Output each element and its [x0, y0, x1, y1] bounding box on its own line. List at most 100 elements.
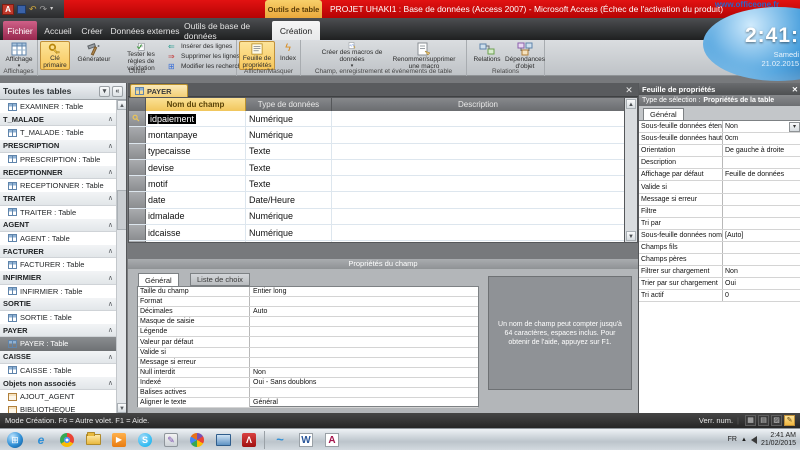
relations-button[interactable]: Relations: [470, 41, 504, 70]
field-description-cell[interactable]: [332, 176, 624, 191]
cle-primaire-button[interactable]: Clé primaire: [40, 41, 70, 70]
table-prop-value[interactable]: Oui: [723, 278, 800, 289]
field-row-devise[interactable]: deviseTexte: [129, 160, 624, 176]
grid-corner[interactable]: [129, 98, 146, 111]
tab-fichier[interactable]: Fichier: [3, 21, 37, 40]
nav-group-receptionner[interactable]: RECEPTIONNER∧: [0, 166, 116, 179]
field-description-cell[interactable]: [332, 209, 624, 224]
field-row-date[interactable]: dateDate/Heure: [129, 192, 624, 208]
collapse-chevron-icon[interactable]: ∧: [108, 274, 113, 282]
field-props-tab-liste[interactable]: Liste de choix: [190, 273, 250, 286]
document-tab-payer[interactable]: PAYER: [130, 84, 188, 97]
taskbar-icon-internet-explorer[interactable]: e: [28, 430, 54, 450]
table-prop-value[interactable]: [723, 181, 800, 192]
tab-outils-bdd[interactable]: Outils de base de données: [184, 21, 270, 40]
row-selector[interactable]: [129, 225, 146, 240]
volume-icon[interactable]: [751, 436, 757, 444]
table-prop-value[interactable]: Feuille de données: [723, 169, 800, 180]
field-description-cell[interactable]: [332, 241, 624, 242]
nav-group-traiter[interactable]: TRAITER∧: [0, 192, 116, 205]
taskbar-icon-start[interactable]: ⊞: [2, 430, 28, 450]
field-type-cell[interactable]: Numérique: [246, 111, 332, 126]
field-type-cell[interactable]: Numérique: [246, 209, 332, 224]
field-name-cell[interactable]: [146, 241, 246, 242]
collapse-chevron-icon[interactable]: ∧: [108, 142, 113, 150]
nav-item-t-malade-table[interactable]: T_MALADE : Table: [0, 126, 116, 139]
field-row-idmalade[interactable]: idmaladeNumérique: [129, 209, 624, 225]
field-prop-value[interactable]: Général: [250, 398, 478, 407]
row-selector[interactable]: [129, 192, 146, 207]
nav-group-agent[interactable]: AGENT∧: [0, 219, 116, 232]
table-prop-value[interactable]: [723, 157, 800, 168]
field-prop-value[interactable]: Entier long: [250, 287, 478, 296]
nav-group-payer[interactable]: PAYER∧: [0, 324, 116, 337]
collapse-chevron-icon[interactable]: ∧: [108, 194, 113, 202]
field-description-cell[interactable]: [332, 160, 624, 175]
taskbar-icon-messenger[interactable]: ~: [267, 430, 293, 450]
table-prop-value[interactable]: [723, 242, 800, 253]
collapse-chevron-icon[interactable]: ∧: [108, 221, 113, 229]
field-name-cell[interactable]: motif: [146, 176, 246, 191]
field-type-cell[interactable]: Numérique: [246, 127, 332, 142]
nav-item-facturer-table[interactable]: FACTURER : Table: [0, 258, 116, 271]
field-type-cell[interactable]: [246, 241, 332, 242]
table-prop-value[interactable]: Non▾: [723, 121, 800, 132]
save-icon[interactable]: [17, 5, 26, 14]
field-prop-value[interactable]: [250, 317, 478, 326]
field-prop-value[interactable]: Non: [250, 368, 478, 377]
nav-item-ajout-agent[interactable]: AJOUT_AGENT: [0, 390, 116, 403]
table-prop-value[interactable]: 0: [723, 290, 800, 301]
field-prop-value[interactable]: [250, 337, 478, 346]
taskbar-icon-explorer[interactable]: [80, 430, 106, 450]
nav-group-sortie[interactable]: SORTIE∧: [0, 298, 116, 311]
undo-icon[interactable]: ↶: [29, 5, 37, 14]
nav-item-prescription-table[interactable]: PRESCRIPTION : Table: [0, 153, 116, 166]
field-description-cell[interactable]: [332, 144, 624, 159]
table-prop-value[interactable]: Non: [723, 266, 800, 277]
field-row-idpaiement[interactable]: idpaiementNumérique: [129, 111, 624, 127]
tab-donnees-externes[interactable]: Données externes: [110, 21, 180, 40]
nav-item-bibliotheque[interactable]: BIBLIOTHEQUE: [0, 403, 116, 413]
prop-dropdown-icon[interactable]: ▾: [789, 122, 800, 132]
tray-expand-icon[interactable]: ▲: [741, 437, 747, 443]
field-description-cell[interactable]: [332, 127, 624, 142]
taskbar-icon-media-player[interactable]: ▶: [106, 430, 132, 450]
feuille-proprietes-button[interactable]: Feuille de propriétés: [239, 41, 275, 70]
nav-group-prescription[interactable]: PRESCRIPTION∧: [0, 140, 116, 153]
pivotchart-view-icon[interactable]: ▨: [771, 415, 782, 426]
field-type-cell[interactable]: Numérique: [246, 225, 332, 240]
taskbar-icon-skype[interactable]: S: [132, 430, 158, 450]
nav-scroll-thumb[interactable]: [117, 190, 126, 230]
field-row-idcaisse[interactable]: idcaisseNumérique: [129, 225, 624, 241]
nav-group-caisse[interactable]: CAISSE∧: [0, 351, 116, 364]
taskbar-icon-adobe-reader[interactable]: Λ: [236, 430, 262, 450]
nav-scroll-down-icon[interactable]: ▼: [117, 403, 126, 413]
collapse-chevron-icon[interactable]: ∧: [108, 247, 113, 255]
nav-scroll-up-icon[interactable]: ▲: [117, 100, 126, 110]
field-description-cell[interactable]: [332, 192, 624, 207]
creer-macros-button[interactable]: </> Créer des macros de données ▾: [321, 41, 383, 70]
row-selector[interactable]: [129, 111, 146, 126]
table-prop-value[interactable]: [723, 194, 800, 205]
collapse-chevron-icon[interactable]: ∧: [108, 115, 113, 123]
document-close-icon[interactable]: ✕: [623, 84, 635, 96]
field-prop-value[interactable]: [250, 327, 478, 336]
language-indicator[interactable]: FR: [728, 436, 737, 443]
nav-item-caisse-table[interactable]: CAISSE : Table: [0, 364, 116, 377]
taskbar-icon-projector[interactable]: [210, 430, 236, 450]
tray-clock[interactable]: 2:41 AM 21/02/2015: [761, 432, 796, 448]
field-description-cell[interactable]: [332, 111, 624, 126]
field-prop-value[interactable]: [250, 358, 478, 367]
row-selector[interactable]: [129, 160, 146, 175]
property-sheet-close-icon[interactable]: ✕: [792, 85, 798, 94]
field-prop-value[interactable]: Oui - Sans doublons: [250, 378, 478, 387]
collapse-chevron-icon[interactable]: ∧: [108, 326, 113, 334]
grid-vertical-scrollbar[interactable]: ▲ ▼: [625, 97, 638, 243]
field-name-cell[interactable]: idpaiement: [146, 111, 246, 126]
supprimer-lignes-button[interactable]: ⇒ Supprimer les lignes: [168, 52, 240, 61]
field-row-empty[interactable]: [129, 241, 624, 242]
field-row-montanpaye[interactable]: montanpayeNumérique: [129, 127, 624, 143]
collapse-chevron-icon[interactable]: ∧: [108, 379, 113, 387]
field-name-cell[interactable]: idmalade: [146, 209, 246, 224]
field-type-cell[interactable]: Texte: [246, 176, 332, 191]
